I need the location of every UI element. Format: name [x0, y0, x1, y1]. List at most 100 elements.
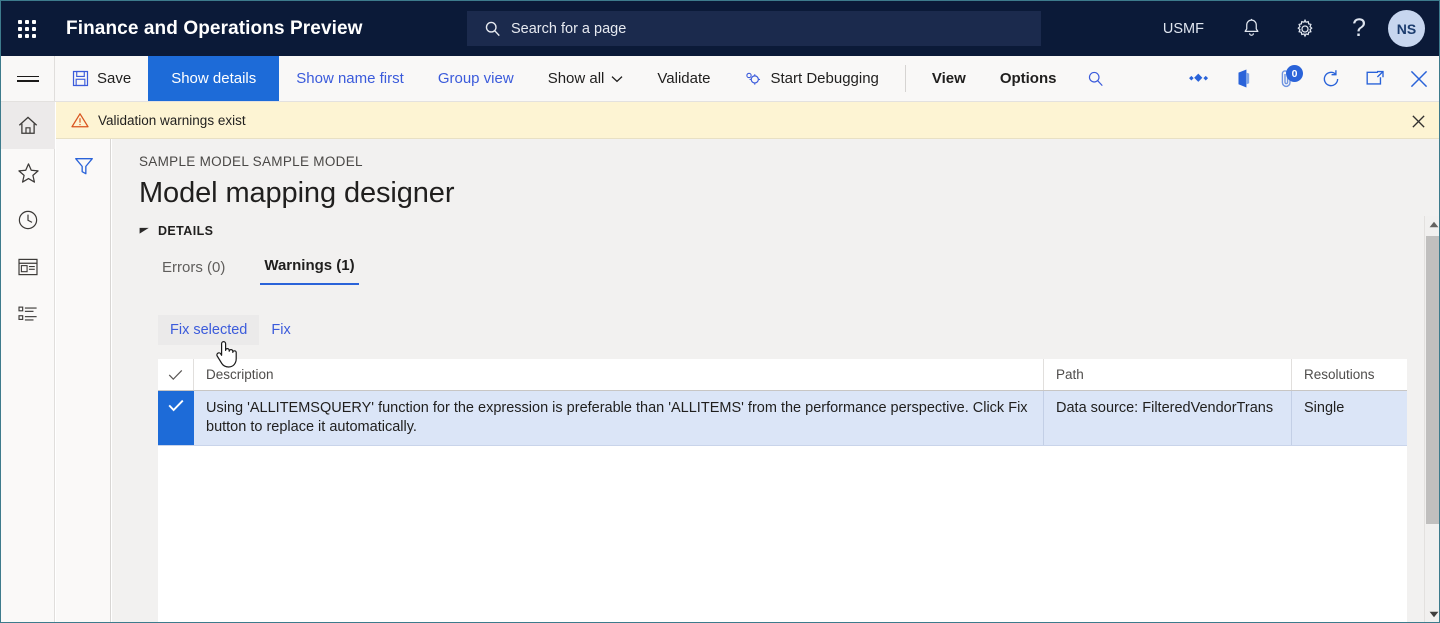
- scrollbar-thumb[interactable]: [1426, 236, 1440, 524]
- gear-icon: [1294, 18, 1316, 40]
- row-resolutions: Single: [1292, 391, 1402, 445]
- group-view-label: Group view: [438, 70, 514, 87]
- office-open-button[interactable]: [1221, 56, 1265, 101]
- navigation-menu-button[interactable]: [1, 56, 55, 101]
- show-details-button[interactable]: Show details: [148, 56, 279, 101]
- clock-icon: [17, 209, 39, 231]
- details-section-header[interactable]: DETAILS: [139, 224, 213, 238]
- home-icon: [17, 115, 39, 136]
- filter-button[interactable]: [56, 147, 111, 185]
- row-description: Using 'ALLITEMSQUERY' function for the e…: [194, 391, 1044, 445]
- caret-down-icon: [1429, 611, 1439, 618]
- waffle-grid-icon: [18, 20, 36, 38]
- grid-header-select-all[interactable]: [158, 359, 194, 390]
- show-name-first-label: Show name first: [296, 70, 404, 87]
- close-icon: [1411, 114, 1426, 129]
- fix-selected-button[interactable]: Fix selected: [158, 315, 259, 345]
- attachments-button[interactable]: 0: [1265, 56, 1309, 101]
- details-section-label: DETAILS: [158, 224, 213, 238]
- grid-header-row: Description Path Resolutions: [158, 359, 1417, 391]
- scroll-down-arrow[interactable]: [1425, 606, 1440, 623]
- filter-icon: [73, 155, 95, 177]
- global-search-box[interactable]: Search for a page: [467, 11, 1041, 46]
- validate-button[interactable]: Validate: [640, 56, 727, 101]
- rail-item-recent[interactable]: [1, 196, 55, 243]
- user-avatar[interactable]: NS: [1388, 10, 1425, 47]
- tab-errors[interactable]: Errors (0): [158, 259, 229, 285]
- grid-header-description[interactable]: Description: [194, 359, 1044, 390]
- warning-triangle-icon: [71, 112, 89, 128]
- show-all-label: Show all: [548, 70, 605, 87]
- options-menu-button[interactable]: Options: [983, 56, 1074, 101]
- grid-header-resolutions[interactable]: Resolutions: [1292, 359, 1402, 390]
- refresh-button[interactable]: [1309, 56, 1353, 101]
- left-navigation-rail: [1, 102, 55, 623]
- main-content-area: SAMPLE MODEL SAMPLE MODEL Model mapping …: [112, 139, 1440, 623]
- checkmark-icon: [168, 399, 184, 412]
- attachments-count-badge: 0: [1286, 65, 1303, 82]
- start-debugging-button[interactable]: Start Debugging: [727, 56, 895, 101]
- application-window: Finance and Operations Preview Search fo…: [0, 0, 1440, 623]
- grid-action-row: Fix selected Fix: [158, 315, 303, 345]
- warnings-grid: Description Path Resolutions Using 'ALLI…: [158, 359, 1417, 623]
- toolbar-search-button[interactable]: [1073, 56, 1117, 101]
- view-label: View: [932, 70, 966, 87]
- close-page-button[interactable]: [1397, 56, 1440, 101]
- personalize-button[interactable]: [1177, 56, 1221, 101]
- app-launcher-button[interactable]: [1, 1, 53, 56]
- view-menu-button[interactable]: View: [915, 56, 983, 101]
- fix-button[interactable]: Fix: [259, 315, 302, 345]
- caret-up-icon: [1429, 221, 1439, 228]
- save-icon: [72, 70, 89, 87]
- tab-warnings[interactable]: Warnings (1): [260, 257, 358, 285]
- rail-item-workspaces[interactable]: [1, 243, 55, 290]
- show-name-first-button[interactable]: Show name first: [279, 56, 421, 101]
- hamburger-icon: [17, 73, 39, 85]
- toolbar-spacer: [1117, 56, 1177, 101]
- page-title: Model mapping designer: [139, 177, 454, 210]
- office-icon: [1235, 69, 1252, 88]
- settings-button[interactable]: [1288, 9, 1322, 49]
- close-message-bar-button[interactable]: [1407, 110, 1429, 132]
- notifications-button[interactable]: [1234, 9, 1268, 49]
- row-checkbox[interactable]: [158, 391, 194, 445]
- show-all-dropdown[interactable]: Show all: [531, 56, 641, 101]
- app-title: Finance and Operations Preview: [66, 18, 363, 40]
- help-button[interactable]: ?: [1342, 9, 1376, 49]
- rail-item-home[interactable]: [1, 102, 55, 149]
- star-icon: [17, 162, 40, 184]
- vertical-scrollbar[interactable]: [1424, 216, 1440, 623]
- group-view-button[interactable]: Group view: [421, 56, 531, 101]
- save-button[interactable]: Save: [55, 56, 148, 101]
- diamonds-icon: [1189, 71, 1209, 87]
- breadcrumb: SAMPLE MODEL SAMPLE MODEL: [139, 154, 363, 169]
- toolbar-divider: [905, 65, 906, 92]
- search-icon: [484, 20, 501, 37]
- rail-item-modules[interactable]: [1, 290, 55, 337]
- command-toolbar: Save Show details Show name first Group …: [1, 56, 1440, 102]
- search-icon: [1087, 70, 1104, 87]
- scroll-up-arrow[interactable]: [1425, 216, 1440, 233]
- popout-icon: [1365, 70, 1385, 87]
- grid-header-path[interactable]: Path: [1044, 359, 1292, 390]
- rail-item-favorites[interactable]: [1, 149, 55, 196]
- top-navigation-bar: Finance and Operations Preview Search fo…: [1, 1, 1440, 56]
- show-details-label: Show details: [171, 70, 256, 87]
- validate-label: Validate: [657, 70, 710, 87]
- debug-gear-icon: [744, 71, 762, 87]
- workspace-icon: [17, 257, 39, 277]
- chevron-down-icon: [611, 75, 623, 83]
- checkmark-icon: [168, 369, 183, 381]
- save-button-label: Save: [97, 70, 131, 87]
- global-search-placeholder: Search for a page: [511, 21, 626, 37]
- content-right-gutter: [1407, 139, 1424, 623]
- refresh-icon: [1321, 69, 1341, 89]
- company-selector[interactable]: USMF: [1163, 21, 1204, 37]
- validation-message-bar: Validation warnings exist: [56, 102, 1440, 139]
- open-in-new-window-button[interactable]: [1353, 56, 1397, 101]
- row-path: Data source: FilteredVendorTrans: [1044, 391, 1292, 445]
- grid-empty-area: [158, 446, 1417, 623]
- validation-message-text: Validation warnings exist: [98, 113, 246, 128]
- table-row[interactable]: Using 'ALLITEMSQUERY' function for the e…: [158, 391, 1417, 446]
- validation-tabs: Errors (0) Warnings (1): [158, 257, 390, 285]
